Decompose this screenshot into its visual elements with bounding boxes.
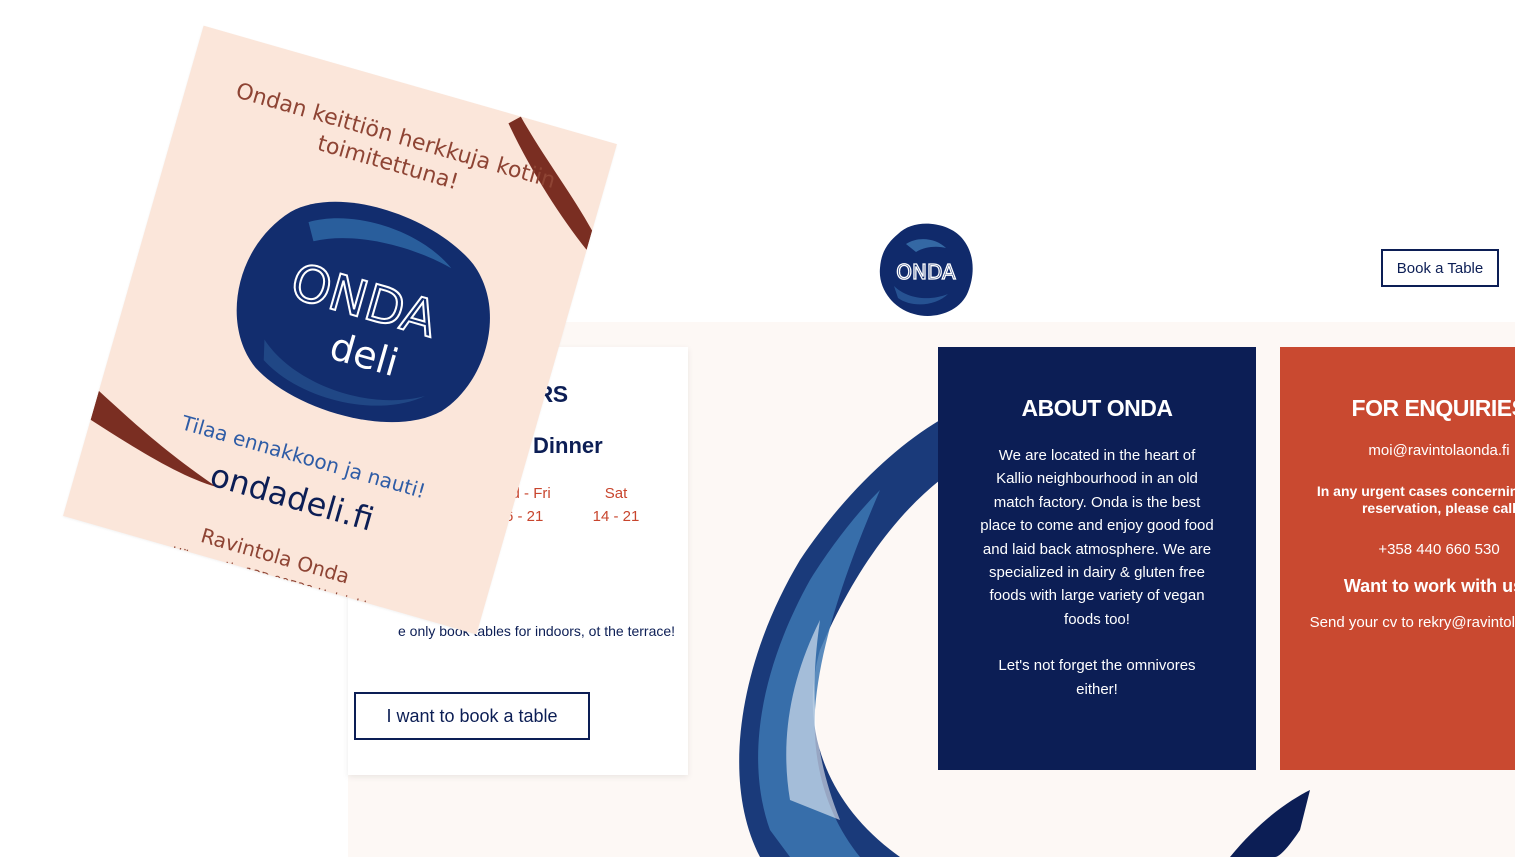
about-omnivores-note: Let's not forget the omnivores either! <box>998 657 1196 698</box>
enquiries-urgent-note: In any urgent cases concerning your rese… <box>1316 483 1515 516</box>
enquiries-card: FOR ENQUIRIES moi@ravintolaonda.fi In an… <box>1280 347 1515 770</box>
enquiries-title: FOR ENQUIRIES <box>1351 395 1515 421</box>
about-description: We are located in the heart of Kallio ne… <box>980 447 1214 628</box>
enquiries-email-link[interactable]: moi@ravintolaonda.fi <box>1280 442 1515 459</box>
book-table-button[interactable]: I want to book a table <box>354 692 590 740</box>
hours-column-sat: Sat 14 - 21 <box>576 482 656 528</box>
about-title: ABOUT ONDA <box>1021 395 1173 421</box>
enquiries-phone-link[interactable]: +358 440 660 530 <box>1280 541 1515 558</box>
poster-card: Ondan keittiön herkkuja kotiin toimitett… <box>63 25 617 635</box>
hours-days: Sat <box>604 485 628 502</box>
onda-deli-poster: Ondan keittiön herkkuja kotiin toimitett… <box>0 0 617 680</box>
svg-text:ONDA: ONDA <box>896 260 956 284</box>
book-a-table-button[interactable]: Book a Table <box>1381 249 1499 287</box>
onda-logo[interactable]: ONDA <box>876 216 976 320</box>
hours-time: 14 - 21 <box>592 508 640 525</box>
work-with-us-title: Want to work with us? <box>1343 576 1515 596</box>
about-card: ABOUT ONDA We are located in the heart o… <box>938 347 1256 770</box>
cv-email-link[interactable]: Send your cv to rekry@ravintolaonda.fi <box>1280 611 1515 634</box>
